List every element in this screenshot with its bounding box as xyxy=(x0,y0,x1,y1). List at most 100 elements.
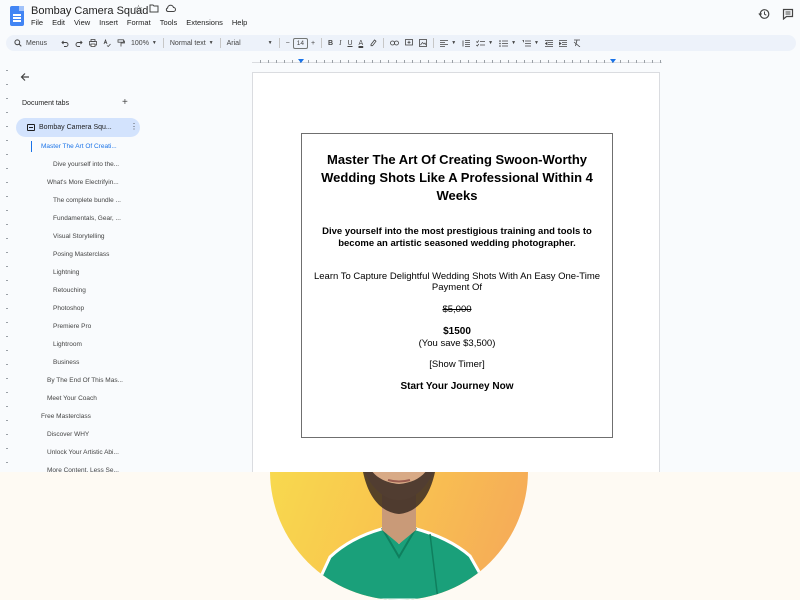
outline-item[interactable]: Retouching xyxy=(53,287,86,294)
ruler-tick xyxy=(596,60,597,63)
outline-item[interactable]: Master The Art Of Creati... xyxy=(41,143,117,150)
presenter-video-overlay xyxy=(0,472,800,600)
ruler-tick xyxy=(604,60,605,63)
outline-item[interactable]: Premiere Pro xyxy=(53,323,91,330)
text-color-button[interactable]: A xyxy=(356,37,367,49)
document-tab-icon xyxy=(27,124,35,131)
ruler-tick xyxy=(492,60,493,63)
ruler-tick xyxy=(340,60,341,63)
font-select[interactable]: Arial ▼ xyxy=(224,37,276,49)
add-comment-icon[interactable] xyxy=(402,37,416,49)
outline-item[interactable]: Dive yourself into the... xyxy=(53,161,119,168)
numbered-list-icon[interactable]: ▼ xyxy=(519,37,542,49)
comments-icon[interactable] xyxy=(782,8,794,20)
star-icon[interactable]: ☆ xyxy=(134,4,143,16)
underline-button[interactable]: U xyxy=(344,37,355,49)
font-size-increase-button[interactable]: + xyxy=(308,37,318,49)
toolbar-divider xyxy=(383,38,385,48)
cloud-status-icon[interactable] xyxy=(165,4,176,16)
outline-item[interactable]: Meet Your Coach xyxy=(47,395,97,402)
link-icon[interactable] xyxy=(387,37,402,49)
align-icon[interactable]: ▼ xyxy=(437,37,459,49)
ruler-tick xyxy=(476,60,477,63)
outline-item[interactable]: Unlock Your Artistic Abi... xyxy=(47,449,119,456)
docs-logo-icon[interactable] xyxy=(10,6,24,26)
outline-item[interactable]: The complete bundle ... xyxy=(53,197,121,204)
outline-item[interactable]: Lightning xyxy=(53,269,79,276)
font-size-input[interactable]: 14 xyxy=(292,37,308,49)
paint-format-icon[interactable] xyxy=(114,37,128,49)
decrease-indent-icon[interactable] xyxy=(542,37,556,49)
ruler-tick xyxy=(396,60,397,63)
chevron-down-icon: ▼ xyxy=(534,40,539,46)
undo-icon[interactable] xyxy=(58,37,72,49)
menus-search[interactable]: Menus xyxy=(11,37,50,49)
font-size-decrease-button[interactable]: − xyxy=(283,37,293,49)
version-history-icon[interactable] xyxy=(758,8,770,20)
ruler-tick xyxy=(372,60,373,63)
tab-bombay-camera-squad[interactable]: Bombay Camera Squ... ⋮ xyxy=(16,118,140,137)
menu-format[interactable]: Format xyxy=(127,18,151,27)
page-heading: Master The Art Of Creating Swoon-Worthy … xyxy=(321,152,593,203)
outline-item[interactable]: Free Masterclass xyxy=(41,413,91,420)
new-price: $1500 xyxy=(443,326,471,337)
add-tab-button[interactable]: + xyxy=(122,97,128,108)
outline-item[interactable]: Fundamentals, Gear, ... xyxy=(53,215,121,222)
checklist-icon[interactable]: ▼ xyxy=(473,37,496,49)
right-indent-marker[interactable] xyxy=(610,59,616,63)
left-indent-marker[interactable] xyxy=(298,59,304,63)
menu-edit[interactable]: Edit xyxy=(52,18,65,27)
style-select[interactable]: Normal text ▼ xyxy=(167,37,217,49)
document-title[interactable]: Bombay Camera Squad xyxy=(31,5,148,17)
redo-icon[interactable] xyxy=(72,37,86,49)
horizontal-ruler[interactable] xyxy=(252,56,662,65)
ruler-tick xyxy=(452,60,453,63)
print-icon[interactable] xyxy=(86,37,100,49)
spellcheck-icon[interactable] xyxy=(100,37,114,49)
bold-button[interactable]: B xyxy=(325,37,336,49)
subheading: Dive yourself into the most prestigious … xyxy=(322,226,592,249)
ruler-tick xyxy=(284,60,285,63)
bulleted-list-icon[interactable]: ▼ xyxy=(496,37,519,49)
outline-item[interactable]: By The End Of This Mas... xyxy=(47,377,123,384)
more-options-icon[interactable]: ⋮ xyxy=(130,122,138,131)
ruler-tick xyxy=(324,60,325,63)
ruler-tick xyxy=(636,60,637,63)
menu-tools[interactable]: Tools xyxy=(160,18,178,27)
insert-image-icon[interactable] xyxy=(416,37,430,49)
ruler-tick xyxy=(412,60,413,63)
italic-button[interactable]: I xyxy=(336,37,344,49)
ruler-tick xyxy=(428,60,429,63)
toolbar-divider xyxy=(433,38,435,48)
outline-item[interactable]: Posing Masterclass xyxy=(53,251,109,258)
increase-indent-icon[interactable] xyxy=(556,37,570,49)
menu-help[interactable]: Help xyxy=(232,18,247,27)
ruler-tick xyxy=(532,60,533,63)
outline-item[interactable]: Business xyxy=(53,359,79,366)
outline-item[interactable]: Lightroom xyxy=(53,341,82,348)
ruler-tick xyxy=(380,60,381,63)
outline-item[interactable]: Photoshop xyxy=(53,305,84,312)
chevron-down-icon: ▼ xyxy=(208,40,214,46)
menu-insert[interactable]: Insert xyxy=(99,18,118,27)
ruler-tick xyxy=(620,60,621,63)
ruler-tick xyxy=(332,60,333,63)
outline-item[interactable]: Discover WHY xyxy=(47,431,89,438)
menu-extensions[interactable]: Extensions xyxy=(186,18,223,27)
ruler-tick xyxy=(548,60,549,63)
ruler-tick xyxy=(580,60,581,63)
menu-file[interactable]: File xyxy=(31,18,43,27)
zoom-select[interactable]: 100% ▼ xyxy=(128,37,160,49)
clear-formatting-icon[interactable] xyxy=(570,37,584,49)
menu-view[interactable]: View xyxy=(74,18,90,27)
outline-item[interactable]: Visual Storytelling xyxy=(53,233,105,240)
folder-icon[interactable] xyxy=(149,4,159,16)
ruler-tick xyxy=(356,60,357,63)
highlight-icon[interactable] xyxy=(366,37,380,49)
document-page[interactable]: Master The Art Of Creating Swoon-Worthy … xyxy=(252,72,660,472)
presenter-avatar xyxy=(270,472,528,600)
line-spacing-icon[interactable] xyxy=(459,37,473,49)
back-arrow-icon[interactable] xyxy=(20,72,30,85)
chevron-down-icon: ▼ xyxy=(151,40,157,46)
outline-item[interactable]: What's More Electrifyin... xyxy=(47,179,119,186)
